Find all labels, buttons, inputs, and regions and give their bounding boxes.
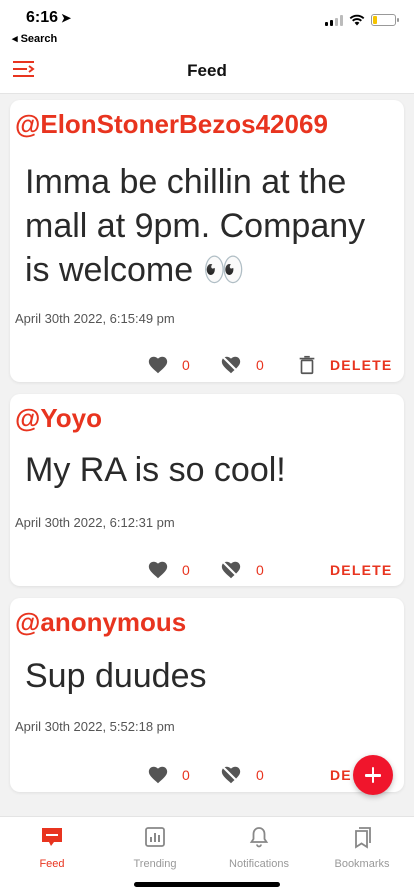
post-actions: 0 0 DE	[10, 764, 404, 788]
like-heart-icon[interactable]	[147, 559, 169, 581]
like-count: 0	[182, 357, 190, 373]
post-timestamp: April 30th 2022, 6:12:31 pm	[15, 515, 175, 530]
delete-button[interactable]: DELETE	[330, 357, 392, 373]
status-icons	[325, 14, 399, 26]
post-body: My RA is so cool!	[25, 451, 286, 489]
home-indicator	[134, 882, 280, 887]
wifi-icon	[349, 14, 365, 26]
clock-time: 6:16	[26, 9, 59, 26]
post-handle[interactable]: @anonymous	[15, 607, 186, 638]
delete-button[interactable]: DE	[330, 767, 352, 783]
post-card: @anonymous Sup duudes April 30th 2022, 5…	[10, 598, 404, 792]
post-handle[interactable]: @Yoyo	[15, 403, 102, 434]
tab-bookmarks[interactable]: Bookmarks	[312, 825, 412, 870]
post-timestamp: April 30th 2022, 6:15:49 pm	[15, 311, 175, 326]
post-actions: 0 0 DELETE	[10, 354, 404, 378]
dislike-count: 0	[256, 357, 264, 373]
post-body: Sup duudes	[25, 657, 207, 695]
like-count: 0	[182, 767, 190, 783]
app-header: Feed	[0, 48, 414, 94]
dislike-count: 0	[256, 767, 264, 783]
tab-label: Notifications	[229, 858, 289, 870]
tab-feed[interactable]: Feed	[2, 825, 102, 870]
post-timestamp: April 30th 2022, 5:52:18 pm	[15, 719, 175, 734]
location-arrow-icon: ➤	[61, 11, 72, 25]
page-title: Feed	[187, 61, 227, 80]
dislike-broken-heart-icon[interactable]	[220, 764, 242, 786]
tab-label: Trending	[133, 858, 177, 870]
trash-icon[interactable]	[296, 354, 318, 376]
tab-label: Bookmarks	[334, 858, 390, 870]
like-heart-icon[interactable]	[147, 764, 169, 786]
like-count: 0	[182, 562, 190, 578]
back-to-search-link[interactable]: ◂ Search	[12, 32, 57, 45]
delete-button[interactable]: DELETE	[330, 562, 392, 578]
bell-icon	[249, 827, 269, 848]
dislike-broken-heart-icon[interactable]	[220, 559, 242, 581]
new-post-button[interactable]	[353, 755, 393, 795]
tab-label: Feed	[39, 858, 65, 870]
tab-notifications[interactable]: Notifications	[209, 825, 309, 870]
post-card: @ElonStonerBezos42069 Imma be chillin at…	[10, 100, 404, 382]
bookmarks-icon	[355, 827, 371, 849]
post-body: Imma be chillin at the mall at 9pm. Comp…	[25, 163, 366, 289]
post-card: @Yoyo My RA is so cool! April 30th 2022,…	[10, 394, 404, 586]
feed-icon	[42, 828, 62, 846]
status-bar: 6:16 ➤ ◂ Search	[0, 0, 414, 48]
like-heart-icon[interactable]	[147, 354, 169, 376]
tab-trending[interactable]: Trending	[105, 825, 205, 870]
dislike-count: 0	[256, 562, 264, 578]
clock: 6:16 ➤	[26, 9, 71, 27]
chart-icon	[145, 827, 165, 847]
dislike-broken-heart-icon[interactable]	[220, 354, 242, 376]
post-actions: 0 0 DELETE	[10, 559, 404, 583]
battery-fill	[373, 16, 377, 24]
post-handle[interactable]: @ElonStonerBezos42069	[15, 109, 328, 140]
cellular-signal-icon	[325, 14, 343, 26]
battery-icon	[371, 14, 399, 26]
